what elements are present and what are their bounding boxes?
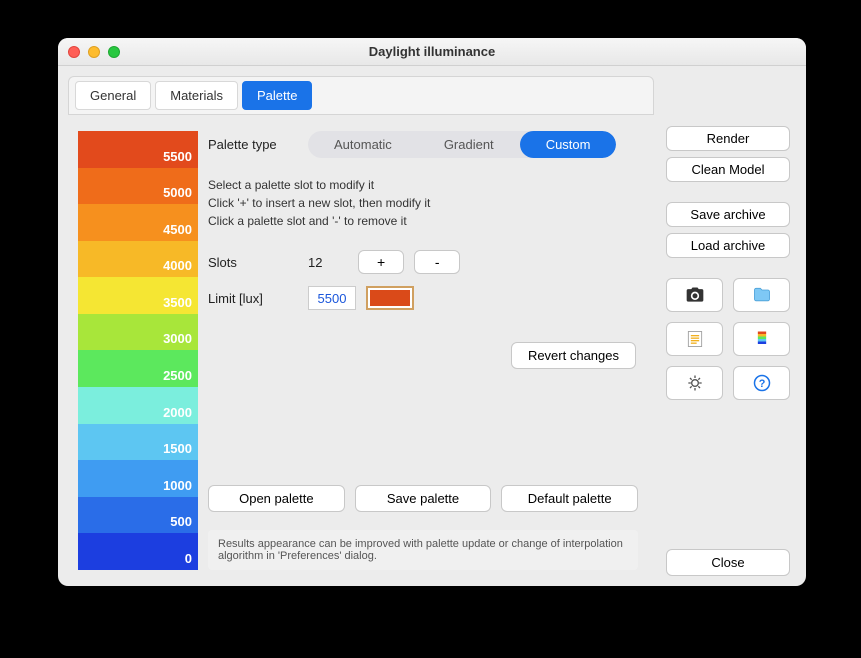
folder-button[interactable] bbox=[733, 278, 790, 312]
palette-swatch[interactable]: 500 bbox=[78, 497, 198, 534]
camera-button[interactable] bbox=[666, 278, 723, 312]
camera-icon bbox=[685, 285, 705, 305]
tab-materials[interactable]: Materials bbox=[155, 81, 238, 110]
slots-label: Slots bbox=[208, 255, 298, 270]
swatch-label: 1500 bbox=[163, 441, 192, 456]
svg-text:?: ? bbox=[758, 378, 765, 390]
palette-type-custom[interactable]: Custom bbox=[520, 131, 617, 158]
palette-type-automatic[interactable]: Automatic bbox=[308, 131, 418, 158]
swatch-label: 3000 bbox=[163, 331, 192, 346]
palette-swatch[interactable]: 5500 bbox=[78, 131, 198, 168]
help-line: Click '+' to insert a new slot, then mod… bbox=[208, 194, 638, 212]
palette-swatch[interactable]: 5000 bbox=[78, 168, 198, 205]
tab-bar: General Materials Palette bbox=[68, 76, 654, 115]
swatch-label: 4500 bbox=[163, 222, 192, 237]
palette-type-segmented: Automatic Gradient Custom bbox=[308, 131, 616, 158]
help-button[interactable]: ? bbox=[733, 366, 790, 400]
save-palette-button[interactable]: Save palette bbox=[355, 485, 492, 512]
limit-color-well[interactable] bbox=[366, 286, 414, 310]
sidebar: Render Clean Model Save archive Load arc… bbox=[658, 66, 806, 586]
list-button[interactable] bbox=[666, 322, 723, 356]
swatch-label: 5000 bbox=[163, 185, 192, 200]
save-archive-button[interactable]: Save archive bbox=[666, 202, 790, 227]
swatch-label: 5500 bbox=[163, 149, 192, 164]
info-note: Results appearance can be improved with … bbox=[208, 530, 638, 570]
dialog-window: Daylight illuminance General Materials P… bbox=[58, 38, 806, 586]
folder-icon bbox=[752, 285, 772, 305]
swatch-label: 2500 bbox=[163, 368, 192, 383]
titlebar: Daylight illuminance bbox=[58, 38, 806, 66]
settings-button[interactable] bbox=[666, 366, 723, 400]
swatch-label: 0 bbox=[185, 551, 192, 566]
window-title: Daylight illuminance bbox=[58, 44, 806, 59]
close-button[interactable]: Close bbox=[666, 549, 790, 576]
palette-swatch[interactable]: 1500 bbox=[78, 424, 198, 461]
slots-minus-button[interactable]: - bbox=[414, 250, 460, 274]
palette-swatch[interactable]: 2000 bbox=[78, 387, 198, 424]
help-line: Click a palette slot and '-' to remove i… bbox=[208, 212, 638, 230]
clean-model-button[interactable]: Clean Model bbox=[666, 157, 790, 182]
palette-swatch[interactable]: 3500 bbox=[78, 277, 198, 314]
list-icon bbox=[685, 329, 705, 349]
limit-label: Limit [lux] bbox=[208, 291, 298, 306]
palette-type-gradient[interactable]: Gradient bbox=[418, 131, 520, 158]
palette-swatch[interactable]: 0 bbox=[78, 533, 198, 570]
swatch-label: 2000 bbox=[163, 405, 192, 420]
palette-swatch[interactable]: 2500 bbox=[78, 350, 198, 387]
palette-swatch[interactable]: 1000 bbox=[78, 460, 198, 497]
swatch-label: 4000 bbox=[163, 258, 192, 273]
palette-type-label: Palette type bbox=[208, 137, 298, 152]
gear-icon bbox=[685, 373, 705, 393]
slots-value: 12 bbox=[308, 255, 348, 270]
render-button[interactable]: Render bbox=[666, 126, 790, 151]
palette-swatch[interactable]: 4000 bbox=[78, 241, 198, 278]
help-icon: ? bbox=[752, 373, 772, 393]
tab-general[interactable]: General bbox=[75, 81, 151, 110]
palette-help: Select a palette slot to modify it Click… bbox=[208, 176, 638, 230]
revert-changes-button[interactable]: Revert changes bbox=[511, 342, 636, 369]
palette-swatch[interactable]: 3000 bbox=[78, 314, 198, 351]
default-palette-button[interactable]: Default palette bbox=[501, 485, 638, 512]
palette-icon bbox=[752, 329, 772, 349]
limit-input[interactable] bbox=[308, 286, 356, 310]
palette-swatch[interactable]: 4500 bbox=[78, 204, 198, 241]
open-palette-button[interactable]: Open palette bbox=[208, 485, 345, 512]
palette-swatches: 5500500045004000350030002500200015001000… bbox=[78, 131, 198, 570]
slots-plus-button[interactable]: + bbox=[358, 250, 404, 274]
swatch-label: 1000 bbox=[163, 478, 192, 493]
swatch-label: 3500 bbox=[163, 295, 192, 310]
tab-palette[interactable]: Palette bbox=[242, 81, 312, 110]
load-archive-button[interactable]: Load archive bbox=[666, 233, 790, 258]
swatch-label: 500 bbox=[170, 514, 192, 529]
palette-preview-button[interactable] bbox=[733, 322, 790, 356]
help-line: Select a palette slot to modify it bbox=[208, 176, 638, 194]
